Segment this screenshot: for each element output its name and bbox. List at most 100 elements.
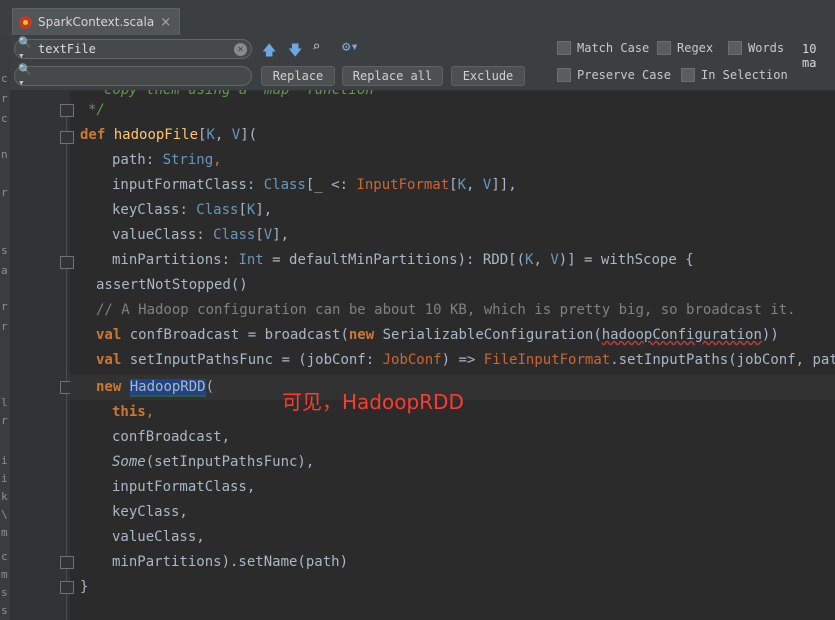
code-token: minPartitions).setName(path) (112, 554, 349, 570)
code-line: valueClass, (112, 525, 205, 550)
code-editor[interactable]: copy them using a `map` function */ def … (70, 90, 835, 620)
code-token: keyClass, (112, 504, 188, 520)
code-line: copy them using a `map` function (104, 90, 374, 103)
strip-char: a (1, 264, 8, 277)
in-selection-label: In Selection (701, 68, 788, 82)
replace-input[interactable] (36, 69, 230, 83)
match-case-checkbox[interactable]: Match Case (557, 41, 649, 55)
search-icon[interactable]: 🔍▾ (15, 63, 36, 89)
tab-title: SparkContext.scala (38, 15, 155, 29)
keyword: val (96, 352, 122, 368)
left-panel-edge: c r c n r s a r r l r i i k \ m c m s s (0, 36, 10, 620)
strip-char: i (1, 472, 8, 485)
code-token: : (196, 227, 214, 243)
code-token: : (145, 152, 163, 168)
checkbox-box (657, 41, 671, 55)
code-token: , (214, 127, 232, 143)
code-token: SerializableConfiguration( (374, 327, 602, 343)
exclude-button[interactable]: Exclude (451, 66, 525, 86)
tab-sparkcontext[interactable]: SparkContext.scala × (12, 8, 181, 35)
code-line: val confBroadcast = broadcast(new Serial… (96, 323, 779, 348)
find-replace-bar: 🔍▾ × 🡅 🡇 ⌕ ⚙▾ 🔍▾ Replace Replace all Exc… (0, 36, 835, 91)
in-selection-checkbox[interactable]: In Selection (681, 68, 788, 82)
code-line: new HadoopRDD( (96, 375, 214, 400)
code-token: ) => (441, 352, 484, 368)
editor-gutter (10, 90, 74, 620)
code-token: [ (449, 177, 458, 193)
code-token: [ (238, 202, 247, 218)
code-line: this, (112, 400, 154, 425)
code-token: , (145, 404, 155, 420)
param: keyClass (112, 202, 180, 218)
type: Class (263, 177, 306, 193)
clear-search-icon[interactable]: × (234, 42, 247, 56)
keyword: new (348, 327, 375, 343)
type-param: V (550, 252, 559, 268)
replace-field[interactable]: 🔍▾ (14, 63, 252, 89)
strip-char: r (1, 300, 8, 313)
code-token: ]], (491, 177, 517, 193)
strip-char: r (1, 92, 8, 105)
strip-char: \ (1, 508, 8, 521)
code-line: Some(setInputPathsFunc), (112, 450, 314, 475)
type: JobConf (382, 352, 442, 368)
close-tab-icon[interactable]: × (160, 15, 171, 30)
code-token: = defaultMinPartitions): RDD[( (263, 252, 526, 268)
param: valueClass (112, 227, 197, 243)
param: path (112, 152, 146, 168)
arrow-down-icon[interactable]: 🡇 (288, 40, 302, 64)
search-field[interactable]: 🔍▾ × (14, 36, 252, 62)
regex-checkbox[interactable]: Regex (657, 41, 713, 55)
code-token: ( (205, 379, 215, 395)
search-icon[interactable]: 🔍▾ (15, 36, 36, 62)
code-line: valueClass: Class[V], (112, 223, 289, 248)
code-line: minPartitions: Int = defaultMinPartition… (112, 248, 694, 273)
find-occurrences-icon[interactable]: ⌕ (312, 39, 320, 55)
code-token: (setInputPathsFunc), (145, 454, 315, 470)
strip-char: m (1, 526, 8, 539)
code-token: inputFormatClass, (112, 479, 256, 495)
code-line: */ (88, 98, 105, 123)
gear-icon[interactable]: ⚙▾ (342, 39, 359, 55)
type-param: V (231, 127, 241, 143)
code-token: ], (255, 202, 273, 218)
highlighted-identifier[interactable]: HadoopRDD (129, 379, 206, 397)
red-annotation: 可见，HadoopRDD (282, 390, 464, 414)
preserve-case-checkbox[interactable]: Preserve Case (557, 68, 671, 82)
match-case-label: Match Case (577, 41, 650, 55)
strip-char: l (1, 396, 8, 409)
strip-char: r (1, 414, 8, 427)
code-token: .setInputPaths(jobConf, path) (610, 352, 835, 368)
type: Class (196, 202, 239, 218)
strip-char: s (1, 244, 8, 257)
strip-char: r (1, 320, 8, 333)
code-token: ]( (240, 127, 258, 143)
type: String (162, 152, 214, 168)
search-input[interactable] (36, 42, 230, 56)
arrow-up-icon[interactable]: 🡅 (262, 40, 276, 64)
code-token: )] = withScope { (558, 252, 694, 268)
param: inputFormatClass (112, 177, 247, 193)
code-token: : (246, 177, 264, 193)
doc-comment: copy them using a `map` function (104, 90, 374, 98)
strip-char: m (1, 568, 8, 581)
checkbox-box (557, 41, 571, 55)
strip-char: c (1, 72, 8, 85)
code-token: )) (761, 327, 779, 343)
replace-button[interactable]: Replace (261, 66, 335, 86)
replace-all-button[interactable]: Replace all (342, 66, 443, 86)
code-token: confBroadcast = broadcast( (121, 327, 349, 343)
code-token: confBroadcast, (112, 429, 231, 445)
code-line: keyClass, (112, 500, 188, 525)
code-token: , (466, 177, 483, 193)
strip-char: s (1, 604, 8, 617)
scala-file-icon (19, 15, 32, 29)
keyword: this (112, 404, 146, 420)
checkbox-box (681, 68, 695, 82)
type: Int (238, 252, 264, 268)
words-checkbox[interactable]: Words (728, 41, 784, 55)
type-param: V (263, 227, 273, 243)
code-token: hadoopConfiguration (601, 327, 762, 343)
code-token: [ (255, 227, 264, 243)
